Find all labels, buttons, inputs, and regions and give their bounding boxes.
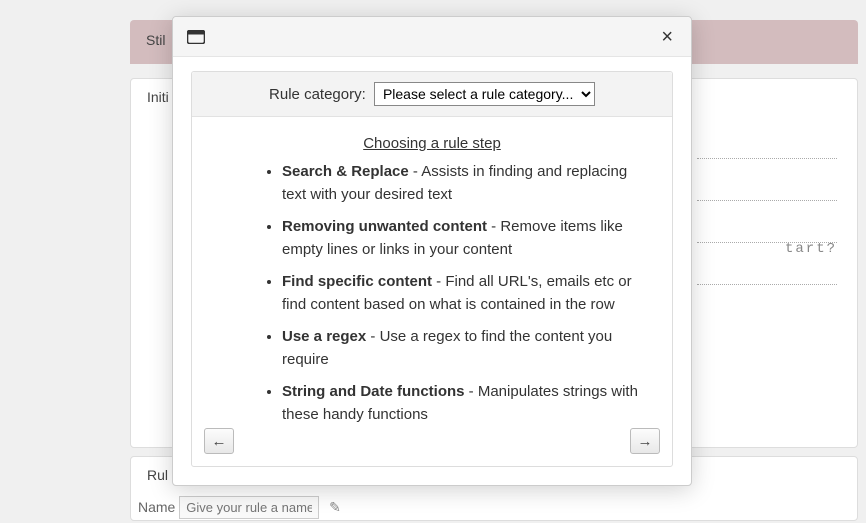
- window-icon: [187, 30, 205, 44]
- item-title: Search & Replace: [282, 163, 409, 180]
- close-button[interactable]: ×: [657, 25, 677, 49]
- modal-body: Rule category: Please select a rule cate…: [191, 71, 673, 467]
- prev-button[interactable]: ←: [204, 428, 234, 454]
- category-label: Rule category:: [269, 86, 366, 103]
- item-title: Find specific content: [282, 273, 432, 290]
- arrow-right-icon: →: [638, 433, 653, 450]
- arrow-left-icon: ←: [212, 433, 227, 450]
- rule-category-select[interactable]: Please select a rule category...: [374, 82, 595, 106]
- list-item: Find specific content - Find all URL's, …: [282, 271, 642, 316]
- list-item: Search & Replace - Assists in finding an…: [282, 161, 642, 206]
- list-item: String and Date functions - Manipulates …: [282, 381, 642, 426]
- rule-type-list: Search & Replace - Assists in finding an…: [242, 161, 642, 426]
- next-button[interactable]: →: [630, 428, 660, 454]
- rule-category-modal: × Rule category: Please select a rule ca…: [172, 16, 692, 486]
- list-item: Use a regex - Use a regex to find the co…: [282, 326, 642, 371]
- list-item: Removing unwanted content - Remove items…: [282, 216, 642, 261]
- modal-header: ×: [173, 17, 691, 57]
- choosing-link-wrap: Choosing a rule step: [192, 135, 672, 153]
- choosing-rule-step-link[interactable]: Choosing a rule step: [363, 135, 501, 152]
- item-title: Use a regex: [282, 328, 366, 345]
- category-bar: Rule category: Please select a rule cate…: [192, 72, 672, 117]
- item-title: String and Date functions: [282, 383, 465, 400]
- modal-backdrop: × Rule category: Please select a rule ca…: [0, 0, 866, 523]
- item-title: Removing unwanted content: [282, 218, 487, 235]
